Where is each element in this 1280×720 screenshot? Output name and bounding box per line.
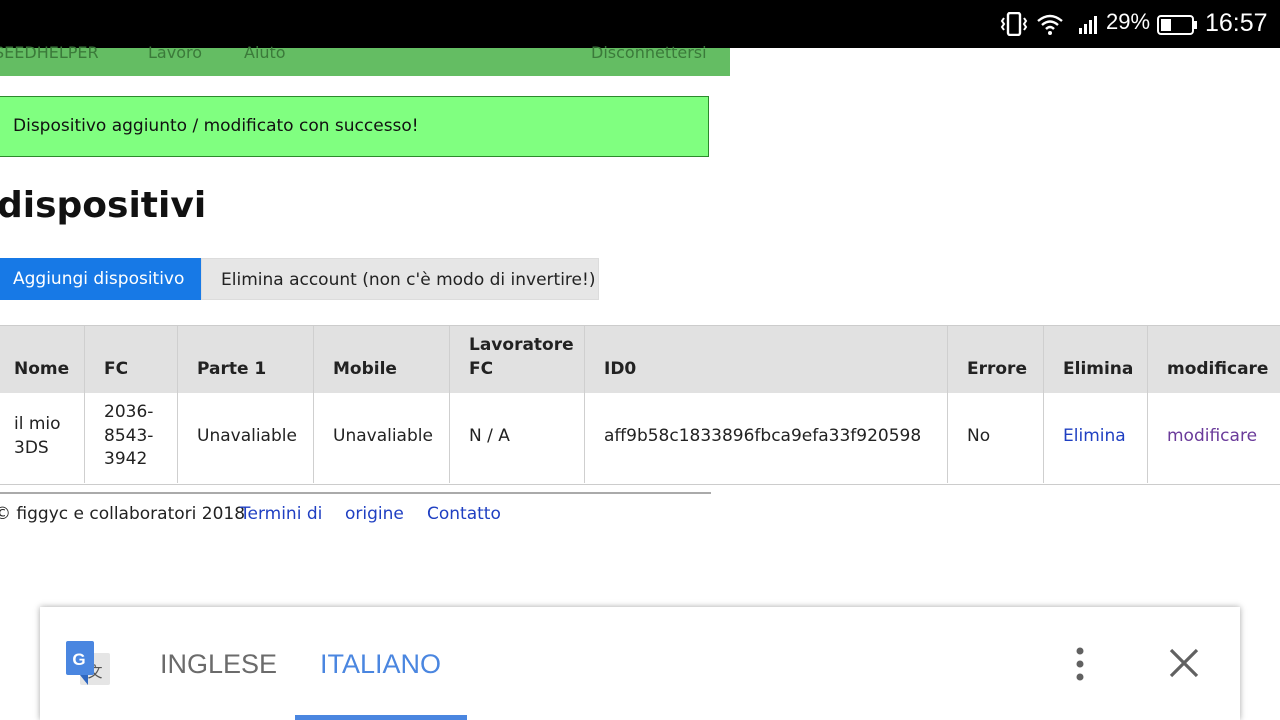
- header-nome: Nome: [0, 326, 85, 393]
- logout-link[interactable]: Disconnettersi: [591, 43, 707, 62]
- device-name-line2: 3DS: [14, 438, 49, 458]
- table-row-cell-modificare: modificare: [1148, 393, 1280, 483]
- page-title: dispositivi: [0, 185, 207, 226]
- header-id0: ID0: [585, 326, 948, 393]
- battery-icon: [1157, 14, 1199, 40]
- footer-divider: [0, 492, 711, 494]
- more-options-icon[interactable]: [1070, 647, 1090, 685]
- nav-brand[interactable]: SEEDHELPER: [0, 43, 99, 62]
- header-fc-label: FC: [104, 359, 129, 379]
- table-row-cell-mobile: Unavaliable: [314, 393, 450, 483]
- header-fc: FC: [85, 326, 178, 393]
- device-name-line1: il mio: [14, 414, 61, 434]
- header-lavoratore-fc-label: FC: [469, 359, 494, 379]
- parte1-value: Unavaliable: [197, 426, 297, 446]
- close-icon[interactable]: [1168, 647, 1200, 683]
- delete-device-link[interactable]: Elimina: [1063, 425, 1126, 448]
- battery-percent: 29%: [1106, 9, 1151, 34]
- header-parte1: Parte 1: [178, 326, 314, 393]
- fc-line3: 3942: [104, 449, 148, 469]
- devices-table: Nome FC Parte 1 Mobile Lavoratore FC ID0…: [0, 325, 1280, 485]
- fc-line2: 8543-: [104, 426, 154, 446]
- svg-text:G: G: [72, 650, 85, 669]
- edit-device-link[interactable]: modificare: [1167, 425, 1257, 448]
- header-lavoratore-fc: Lavoratore FC: [450, 326, 585, 393]
- google-translate-icon: 文 G: [66, 641, 112, 691]
- header-errore-label: Errore: [967, 359, 1027, 379]
- header-parte1-label: Parte 1: [197, 359, 267, 379]
- table-row-cell-parte1: Unavaliable: [178, 393, 314, 483]
- table-row-cell-id0: aff9b58c1833896fbca9efa33f920598: [585, 393, 948, 483]
- top-navbar: SEEDHELPER Lavoro Aiuto Disconnettersi: [0, 43, 730, 76]
- fc-line1: 2036-: [104, 402, 154, 422]
- table-row-cell-lavoratore: N / A: [450, 393, 585, 483]
- add-device-button[interactable]: Aggiungi dispositivo: [0, 258, 201, 300]
- footer: © figgyc e collaboratori 2018 Termini di…: [0, 504, 501, 524]
- clock: 16:57: [1205, 9, 1268, 37]
- errore-value: No: [967, 426, 991, 446]
- target-language-tab[interactable]: ITALIANO: [320, 649, 441, 680]
- translate-bar: 文 G INGLESE ITALIANO: [40, 607, 1240, 720]
- footer-link-termini[interactable]: Termini di: [240, 504, 322, 524]
- id0-value: aff9b58c1833896fbca9efa33f920598: [604, 426, 922, 446]
- header-mobile-label: Mobile: [333, 359, 397, 379]
- header-modificare-label: modificare: [1167, 359, 1269, 379]
- footer-link-contatto[interactable]: Contatto: [427, 504, 501, 524]
- header-elimina: Elimina: [1044, 326, 1148, 393]
- header-lavoratore-label: Lavoratore: [469, 335, 574, 355]
- lavoratore-value: N / A: [469, 426, 510, 446]
- header-mobile: Mobile: [314, 326, 450, 393]
- header-elimina-label: Elimina: [1063, 359, 1134, 379]
- nav-link-aiuto[interactable]: Aiuto: [244, 43, 286, 62]
- footer-link-origine[interactable]: origine: [345, 504, 404, 524]
- header-id0-label: ID0: [604, 359, 637, 379]
- status-bar: 29% 16:57: [0, 0, 1280, 48]
- source-language-tab[interactable]: INGLESE: [160, 649, 277, 680]
- header-errore: Errore: [948, 326, 1044, 393]
- success-alert: Dispositivo aggiunto / modificato con su…: [0, 96, 709, 157]
- table-row-cell-elimina: Elimina: [1044, 393, 1148, 483]
- delete-account-button[interactable]: Elimina account (non c'è modo di inverti…: [201, 258, 599, 300]
- table-row-cell-fc: 2036- 8543- 3942: [85, 393, 178, 483]
- header-modificare: modificare: [1148, 326, 1280, 393]
- mobile-value: Unavaliable: [333, 426, 433, 446]
- active-tab-indicator: [295, 715, 467, 720]
- table-row-cell-errore: No: [948, 393, 1044, 483]
- header-nome-label: Nome: [14, 359, 70, 379]
- table-row-cell-nome: il mio 3DS: [0, 393, 85, 483]
- footer-copyright: © figgyc e collaboratori 2018: [0, 504, 246, 524]
- nav-link-lavoro[interactable]: Lavoro: [148, 43, 202, 62]
- wifi-icon: [1036, 12, 1064, 40]
- vibrate-icon: [1000, 11, 1028, 40]
- signal-icon: [1078, 13, 1102, 39]
